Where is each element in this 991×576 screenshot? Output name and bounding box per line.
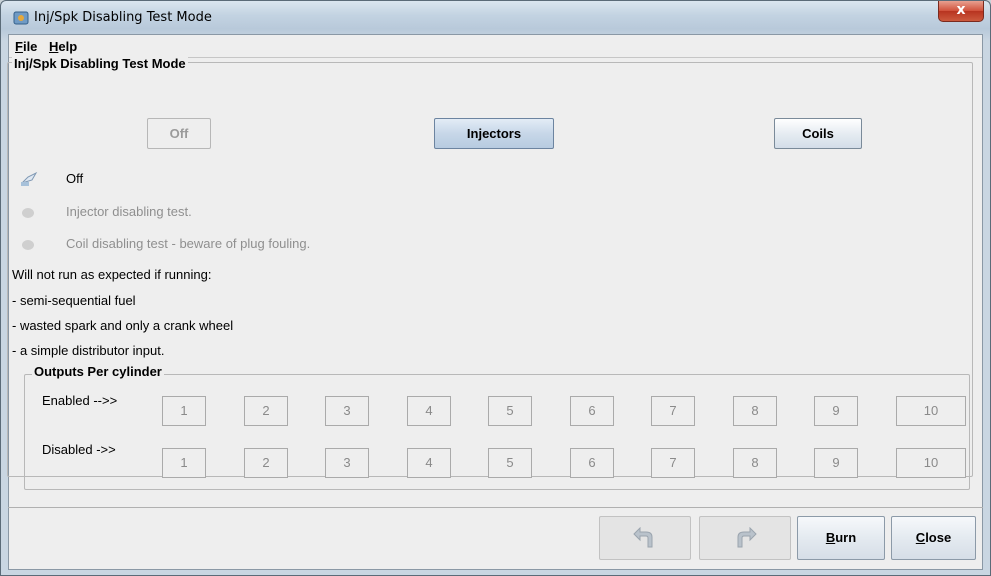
- disabled-cylinder-3[interactable]: 3: [325, 448, 369, 478]
- warning-item: - a simple distributor input.: [12, 343, 165, 358]
- warning-item: - semi-sequential fuel: [12, 293, 136, 308]
- menu-file[interactable]: File: [15, 39, 37, 54]
- window-close-button[interactable]: x: [938, 1, 984, 22]
- injectors-button[interactable]: Injectors: [434, 118, 554, 149]
- group-title: Inj/Spk Disabling Test Mode: [12, 56, 188, 71]
- menu-file-mnemonic: F: [15, 39, 23, 54]
- menu-help-mnemonic: H: [49, 39, 59, 54]
- enabled-cylinder-1[interactable]: 1: [162, 396, 206, 426]
- disabled-cylinder-1[interactable]: 1: [162, 448, 206, 478]
- radio-disabled-icon: [22, 208, 34, 218]
- radio-disabled-icon: [22, 240, 34, 250]
- enabled-cylinder-9[interactable]: 9: [814, 396, 858, 426]
- disabled-row-label: Disabled ->>: [42, 442, 116, 457]
- burn-button[interactable]: Burn: [797, 516, 885, 560]
- disabled-cylinder-7[interactable]: 7: [651, 448, 695, 478]
- warning-heading: Will not run as expected if running:: [12, 267, 212, 282]
- coils-button[interactable]: Coils: [774, 118, 862, 149]
- enabled-cylinder-10[interactable]: 10: [896, 396, 966, 426]
- undo-button[interactable]: [599, 516, 691, 560]
- burn-mnemonic: B: [825, 530, 836, 545]
- undo-icon: [633, 526, 653, 548]
- menu-bar: File Help: [9, 35, 982, 58]
- enabled-cylinder-6[interactable]: 6: [570, 396, 614, 426]
- title-bar[interactable]: Inj/Spk Disabling Test Mode x: [1, 1, 990, 35]
- enabled-cylinder-5[interactable]: 5: [488, 396, 532, 426]
- enabled-cylinder-8[interactable]: 8: [733, 396, 777, 426]
- enabled-cylinder-7[interactable]: 7: [651, 396, 695, 426]
- enabled-cylinder-4[interactable]: 4: [407, 396, 451, 426]
- disabled-cylinder-10[interactable]: 10: [896, 448, 966, 478]
- app-icon: [13, 11, 29, 25]
- outputs-title: Outputs Per cylinder: [32, 364, 164, 379]
- disabled-cylinder-4[interactable]: 4: [407, 448, 451, 478]
- close-button[interactable]: Close: [891, 516, 976, 560]
- footer-divider: [8, 507, 983, 508]
- enabled-cylinder-2[interactable]: 2: [244, 396, 288, 426]
- window-title: Inj/Spk Disabling Test Mode: [34, 10, 212, 25]
- menu-file-rest: ile: [22, 39, 38, 54]
- disabled-cylinder-2[interactable]: 2: [244, 448, 288, 478]
- redo-icon: [737, 526, 757, 548]
- disabled-cylinder-8[interactable]: 8: [733, 448, 777, 478]
- close-mnemonic: C: [915, 530, 926, 545]
- radio-selected-icon: [21, 171, 38, 186]
- burn-label-rest: urn: [835, 530, 857, 545]
- warning-item: - wasted spark and only a crank wheel: [12, 318, 234, 333]
- disabled-cylinder-5[interactable]: 5: [488, 448, 532, 478]
- disabled-cylinder-9[interactable]: 9: [814, 448, 858, 478]
- close-label-rest: lose: [925, 530, 952, 545]
- radio-off-label: Off: [66, 171, 84, 186]
- redo-button[interactable]: [699, 516, 791, 560]
- enabled-row-label: Enabled -->>: [42, 393, 118, 408]
- radio-coil-label: Coil disabling test - beware of plug fou…: [66, 236, 311, 251]
- menu-help-rest: elp: [58, 39, 78, 54]
- menu-help[interactable]: Help: [49, 39, 77, 54]
- disabled-cylinder-6[interactable]: 6: [570, 448, 614, 478]
- off-button[interactable]: Off: [147, 118, 211, 149]
- enabled-cylinder-3[interactable]: 3: [325, 396, 369, 426]
- radio-injector-label: Injector disabling test.: [66, 204, 192, 219]
